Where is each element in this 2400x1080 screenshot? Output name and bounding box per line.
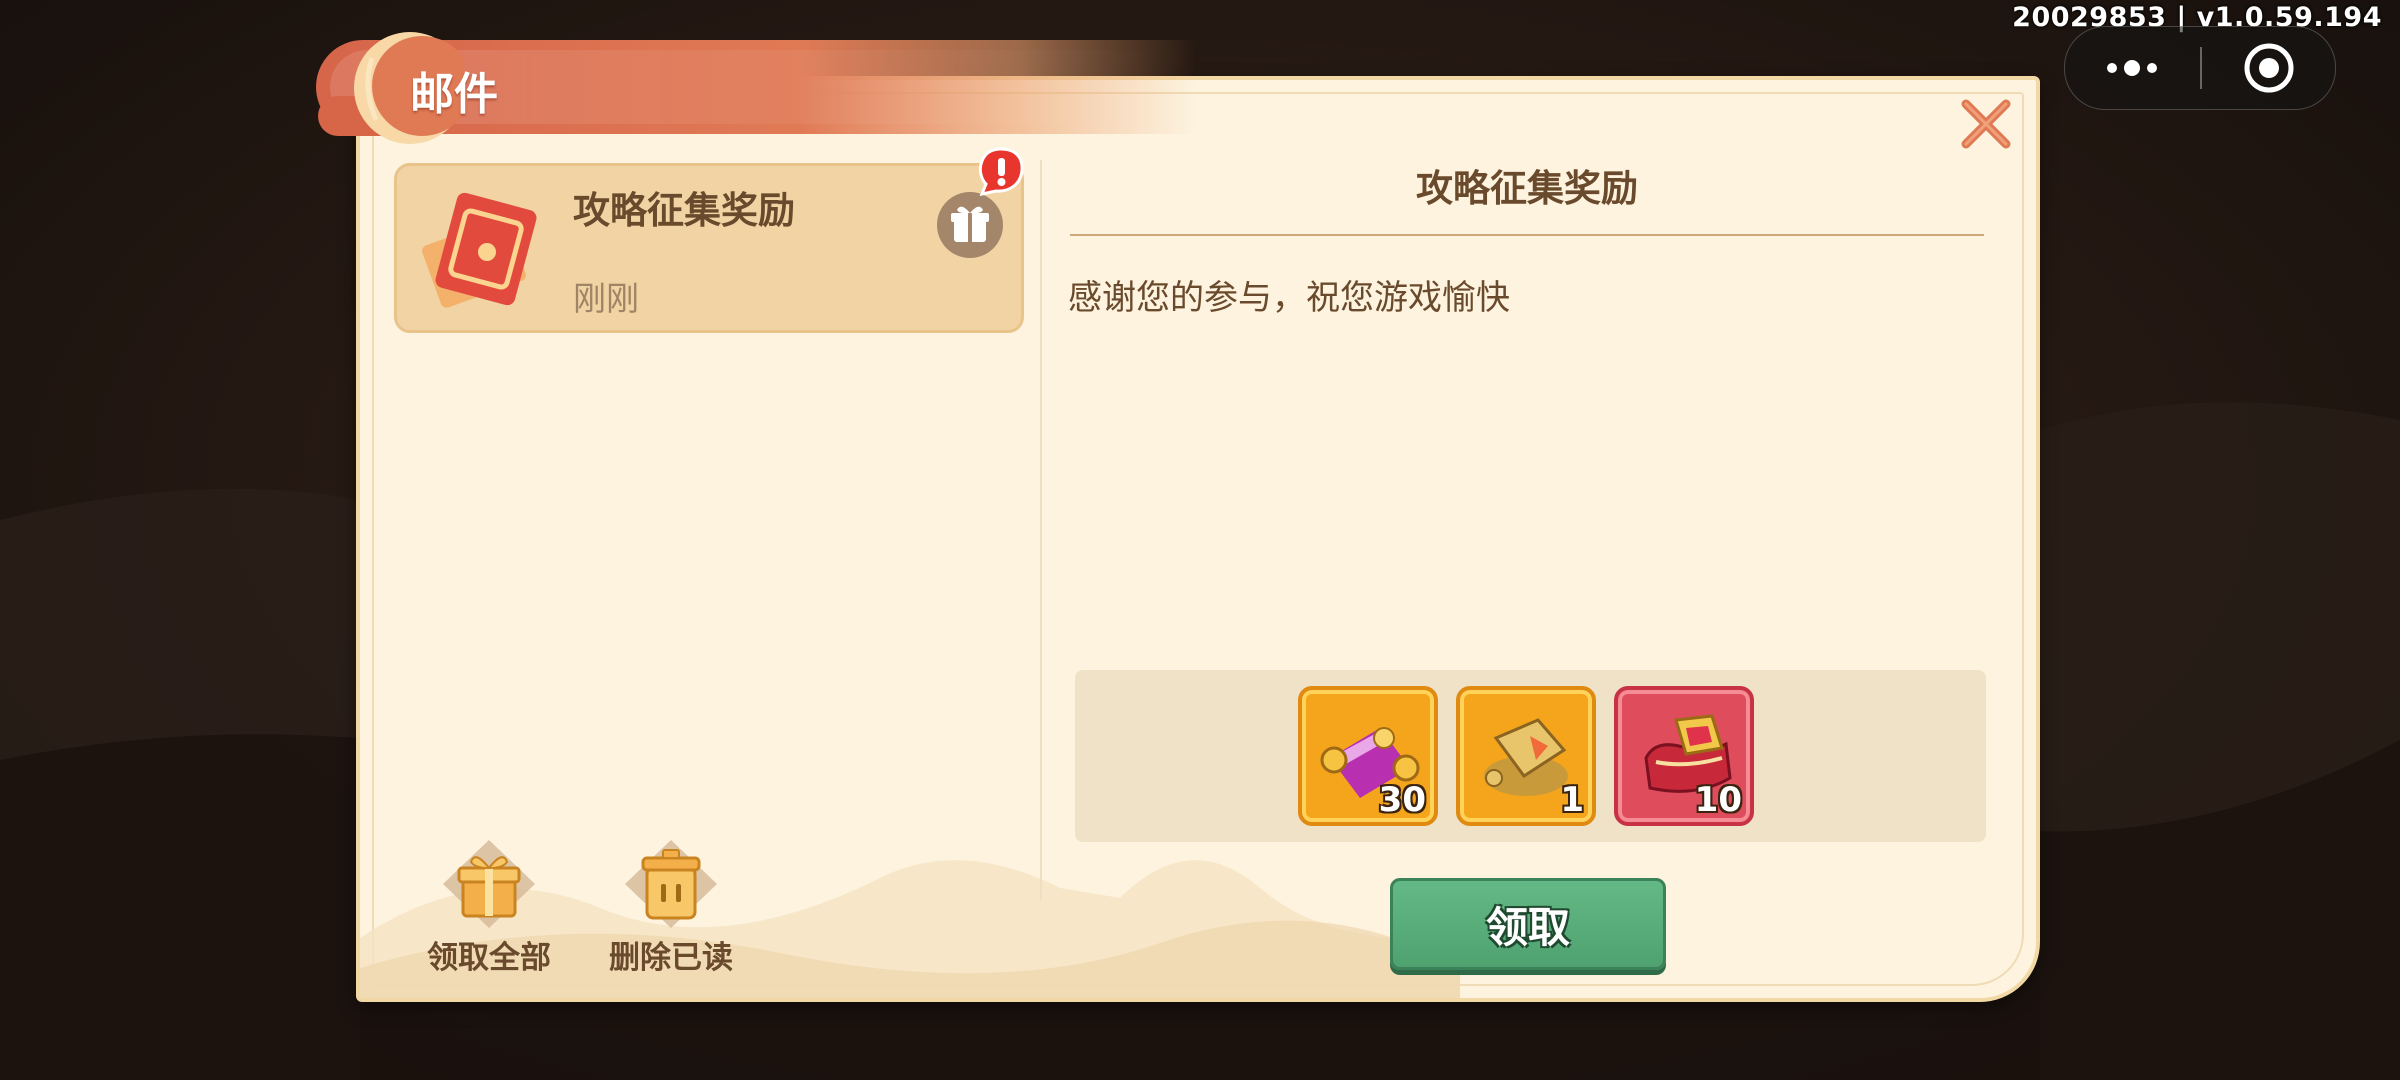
detail-title: 攻略征集奖励 — [1416, 167, 1638, 210]
gift-box-icon — [443, 840, 535, 928]
mail-item-time: 刚刚 — [573, 279, 639, 318]
claim-button-label: 领取 — [1485, 902, 1570, 952]
close-button[interactable] — [1958, 96, 2014, 152]
unread-alert-icon — [978, 147, 1024, 196]
target-icon[interactable] — [2202, 27, 2335, 109]
claim-button[interactable]: 领取 — [1390, 878, 1666, 970]
delete-read-button[interactable]: 删除已读 — [596, 838, 746, 978]
close-x-icon — [1961, 99, 2011, 149]
mini-program-capsule — [2064, 26, 2336, 110]
reward-count: 1 — [1560, 780, 1584, 820]
window-title: 邮件 — [410, 69, 498, 120]
attachment-gift-icon — [937, 192, 1003, 258]
detail-separator — [1070, 234, 1984, 236]
panel-divider — [1040, 160, 1042, 900]
reward-item-treasure[interactable]: 1 — [1456, 686, 1596, 826]
red-envelope-icon — [422, 192, 537, 308]
claim-all-label: 领取全部 — [427, 940, 551, 976]
delete-read-label: 删除已读 — [609, 940, 733, 976]
reward-count: 30 — [1378, 780, 1426, 820]
reward-item-scroll[interactable]: 30 — [1298, 686, 1438, 826]
trash-can-icon — [625, 840, 717, 928]
mail-item-title: 攻略征集奖励 — [573, 189, 795, 232]
detail-body-text: 感谢您的参与，祝您游戏愉快 — [1068, 278, 1510, 318]
claim-all-button[interactable]: 领取全部 — [414, 838, 564, 978]
more-dots-icon[interactable] — [2065, 27, 2199, 109]
mail-list-item[interactable]: 攻略征集奖励 刚刚 — [394, 163, 1024, 333]
reward-count: 10 — [1694, 780, 1742, 820]
reward-item-chest[interactable]: 10 — [1614, 686, 1754, 826]
